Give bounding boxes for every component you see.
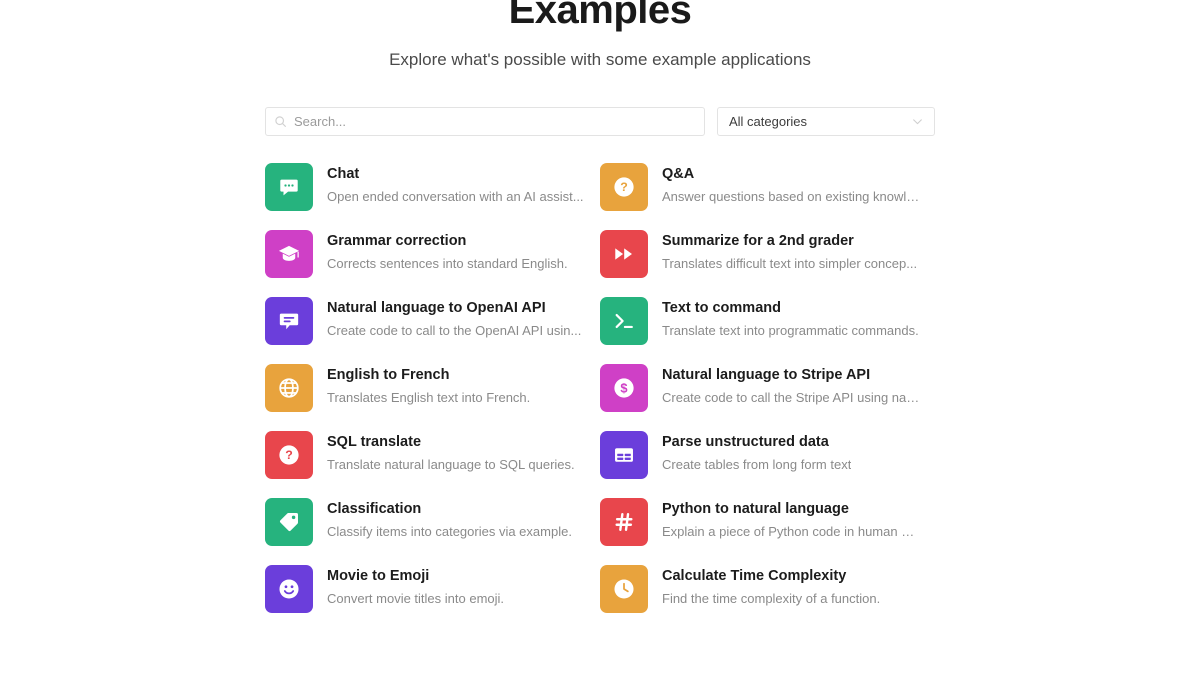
example-card[interactable]: Python to natural language Explain a piec… [600,498,920,546]
example-card-text: Chat Open ended conversation with an AI a… [327,163,584,206]
example-card-description: Convert movie titles into emoji. [327,591,505,606]
example-card-text: Grammar correction Corrects sentences int… [327,230,568,273]
example-card[interactable]: $ Natural language to Stripe API Create co… [600,364,920,412]
example-card-text: Text to command Translate text into progr… [662,297,919,340]
svg-text:?: ? [620,180,628,194]
example-card-title: Calculate Time Complexity [662,568,847,584]
page-subtitle: Explore what's possible with some exampl… [389,50,811,69]
example-card-text: Python to natural language Explain a piec… [662,498,920,541]
question-circle-icon: ? [600,163,648,211]
smiley-face-icon [265,565,313,613]
example-card-text: Summarize for a 2nd grader Translates dif… [662,230,917,273]
example-card[interactable]: Natural language to OpenAI API Create cod… [265,297,585,345]
page-title: Examples [508,0,692,32]
chat-bubble-icon [265,163,313,211]
example-card[interactable]: Summarize for a 2nd grader Translates dif… [600,230,920,278]
example-card-description: Translate natural language to SQL querie… [327,457,575,472]
graduation-cap-icon [265,230,313,278]
clock-icon [600,565,648,613]
example-card-title: Movie to Emoji [327,568,430,584]
example-card[interactable]: Text to command Translate text into progr… [600,297,920,345]
page-header: Examples Explore what's possible with so… [0,0,1200,70]
terminal-icon [600,297,648,345]
svg-text:?: ? [285,448,293,462]
examples-grid: Chat Open ended conversation with an AI a… [265,163,935,613]
example-card-description: Find the time complexity of a function. [662,591,881,606]
example-card-text: Movie to Emoji Convert movie titles into … [327,565,504,608]
example-card[interactable]: ? SQL translate Translate natural language… [265,431,585,479]
example-card-text: Natural language to OpenAI API Create cod… [327,297,581,340]
example-card-text: Q&A Answer questions based on existing kn… [662,163,920,206]
search-input[interactable] [294,114,696,129]
example-card-description: Translates English text into French. [327,390,531,405]
example-card-title: Classification [327,501,422,517]
example-card-description: Open ended conversation with an AI assis… [327,189,584,204]
example-card-title: Natural language to OpenAI API [327,300,546,316]
example-card[interactable]: English to French Translates English text… [265,364,585,412]
chevron-down-icon [911,115,924,128]
examples-page: Examples Explore what's possible with so… [0,0,1200,667]
example-card-description: Classify items into categories via examp… [327,524,572,539]
example-card-description: Translates difficult text into simpler c… [662,256,918,271]
example-card[interactable]: ? Q&A Answer questions based on existing k… [600,163,920,211]
example-card-description: Corrects sentences into standard English… [327,256,568,271]
example-card-description: Translate text into programmatic command… [662,323,919,338]
example-card[interactable]: Movie to Emoji Convert movie titles into … [265,565,585,613]
example-card-text: English to French Translates English text… [327,364,530,407]
example-card-title: Summarize for a 2nd grader [662,233,854,249]
search-icon [274,115,287,128]
example-card-description: Answer questions based on existing knowl… [662,189,920,204]
fast-forward-icon [600,230,648,278]
example-card-title: Text to command [662,300,781,316]
example-card-description: Create code to call to the OpenAI API us… [327,323,582,338]
example-card-description: Create code to call the Stripe API using… [662,390,920,405]
example-card-text: Classification Classify items into catego… [327,498,572,541]
filter-controls: All categories [265,107,935,136]
example-card-title: Parse unstructured data [662,434,829,450]
tag-icon [265,498,313,546]
example-card-title: Python to natural language [662,501,849,517]
example-card[interactable]: Classification Classify items into catego… [265,498,585,546]
example-card-title: Chat [327,166,360,182]
svg-text:$: $ [620,381,627,396]
globe-icon [265,364,313,412]
example-card-description: Create tables from long form text [662,457,852,472]
example-card[interactable]: Grammar correction Corrects sentences int… [265,230,585,278]
hash-icon [600,498,648,546]
category-select-value: All categories [729,114,808,129]
category-select[interactable]: All categories [717,107,935,136]
question-circle-icon: ? [265,431,313,479]
example-card-text: Parse unstructured data Create tables fro… [662,431,851,474]
search-field[interactable] [265,107,705,136]
table-icon [600,431,648,479]
example-card-text: Natural language to Stripe API Create cod… [662,364,920,407]
example-card-title: English to French [327,367,450,383]
example-card-description: Explain a piece of Python code in human … [662,524,920,539]
example-card-text: SQL translate Translate natural language … [327,431,575,474]
example-card-title: Grammar correction [327,233,467,249]
example-card-title: Q&A [662,166,695,182]
example-card[interactable]: Parse unstructured data Create tables fro… [600,431,920,479]
example-card-title: Natural language to Stripe API [662,367,871,383]
dollar-circle-icon: $ [600,364,648,412]
example-card[interactable]: Chat Open ended conversation with an AI a… [265,163,585,211]
comment-lines-icon [265,297,313,345]
example-card-title: SQL translate [327,434,422,450]
example-card[interactable]: Calculate Time Complexity Find the time c… [600,565,920,613]
example-card-text: Calculate Time Complexity Find the time c… [662,565,880,608]
